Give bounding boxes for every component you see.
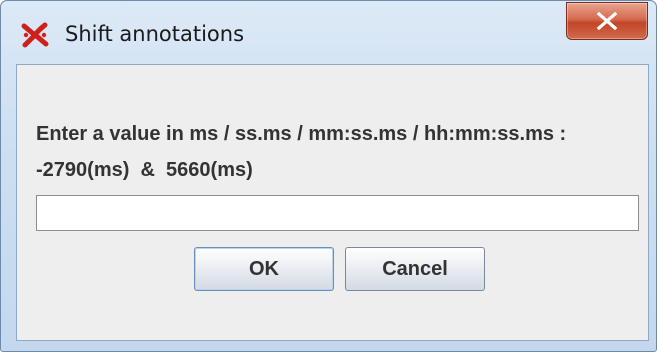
title-bar[interactable]: Shift annotations [1,1,656,63]
ok-button[interactable]: OK [194,247,334,291]
dialog-content: Enter a value in ms / ss.ms / mm:ss.ms /… [16,64,649,341]
close-button[interactable] [566,2,648,40]
red-x-logo-icon [21,21,49,49]
range-message: -2790(ms) & 5660(ms) [36,159,253,181]
close-icon [596,12,618,30]
cancel-button[interactable]: Cancel [345,247,485,291]
prompt-message: Enter a value in ms / ss.ms / mm:ss.ms /… [36,123,567,145]
shift-value-input[interactable] [36,195,639,231]
window-title: Shift annotations [65,22,245,46]
dialog-window: Shift annotations Enter a value in ms / … [0,0,657,352]
